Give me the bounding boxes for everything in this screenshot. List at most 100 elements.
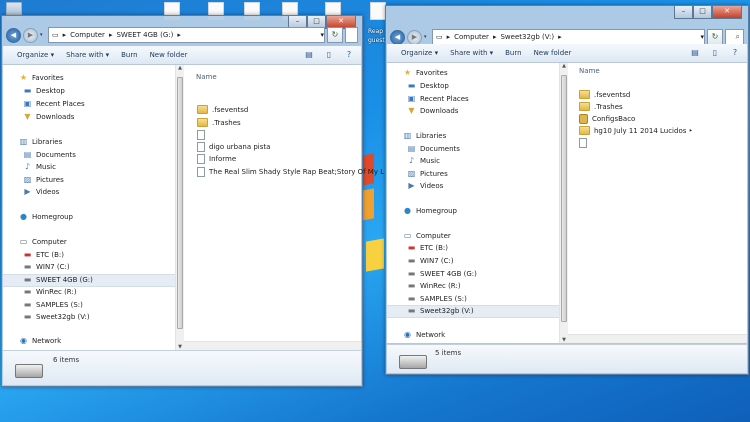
address-dropdown-icon[interactable]: ▾ (700, 33, 704, 41)
drive-icon: ▬ (23, 250, 32, 259)
organize-button[interactable]: Organize ▾ (11, 51, 60, 59)
file-item[interactable]: The Real Slim Shady Style Rap Beat;Story… (197, 167, 384, 177)
nav-pictures[interactable]: ▨ Pictures (23, 176, 64, 185)
nav-drive-s[interactable]: ▬ SAMPLES (S:) (23, 301, 83, 310)
nav-libraries[interactable]: ▥ Libraries (403, 132, 447, 141)
nav-drive-v[interactable]: ▬ Sweet32gb (V:) (23, 313, 90, 322)
file-item[interactable]: digo urbana pista (197, 142, 270, 152)
forward-button[interactable]: ▶ (23, 27, 38, 43)
search-box[interactable] (345, 27, 358, 43)
address-bar[interactable]: ▭ ▸ Computer ▸ Sweet32gb (V:) ▸ ▾ (432, 29, 705, 45)
refresh-button[interactable]: ↻ (707, 29, 723, 45)
nav-recent-places[interactable]: ▣ Recent Places (23, 100, 85, 109)
file-item[interactable]: .Trashes (197, 118, 241, 127)
horizontal-scrollbar[interactable] (184, 341, 361, 350)
column-header-name[interactable]: Name (196, 73, 217, 81)
pictures-icon: ▨ (407, 169, 416, 178)
file-item[interactable]: .fseventsd (579, 90, 630, 99)
nav-documents[interactable]: ▤ Documents (407, 145, 460, 154)
breadcrumb-computer[interactable]: Computer (70, 31, 105, 39)
file-item[interactable] (579, 138, 591, 148)
nav-libraries[interactable]: ▥ Libraries (19, 138, 63, 147)
file-item[interactable]: Informe (197, 154, 236, 164)
column-header-name[interactable]: Name (579, 67, 600, 75)
music-icon: ♪ (24, 162, 31, 171)
breadcrumb-separator: ▸ (108, 31, 113, 39)
nav-scrollbar-thumb[interactable] (177, 77, 183, 329)
nav-network[interactable]: ◉ Network (19, 337, 61, 346)
breadcrumb-drive[interactable]: Sweet32gb (V:) (500, 33, 554, 41)
nav-documents[interactable]: ▤ Documents (23, 151, 76, 160)
maximize-button[interactable]: □ (693, 6, 712, 19)
recent-pages-dropdown[interactable]: ▾ (40, 32, 46, 38)
search-box[interactable]: ⌕ (725, 29, 744, 45)
nav-downloads[interactable]: ▼ Downloads (23, 113, 74, 122)
organize-button[interactable]: Organize ▾ (395, 49, 444, 57)
nav-drive-r[interactable]: ▬ WinRec (R:) (23, 288, 77, 297)
nav-homegroup[interactable]: ● Homegroup (19, 213, 73, 222)
nav-drive-b[interactable]: ▬ ETC (B:) (23, 250, 64, 260)
nav-drive-g[interactable]: ▬ SWEET 4GB (G:) (407, 269, 477, 279)
nav-drive-r[interactable]: ▬ WinRec (R:) (407, 282, 461, 291)
nav-drive-g[interactable]: ▬ SWEET 4GB (G:) (23, 276, 93, 285)
drive-icon: ▬ (407, 269, 416, 278)
explorer-window-left[interactable]: – □ ✕ ◀ ▶ ▾ ▭ ▸ Computer ▸ SWEET 4GB (G:… (1, 15, 384, 387)
nav-drive-s[interactable]: ▬ SAMPLES (S:) (407, 295, 467, 304)
nav-network[interactable]: ◉ Network (403, 331, 445, 340)
nav-drive-c[interactable]: ▬ WIN7 (C:) (407, 257, 454, 266)
nav-drive-b[interactable]: ▬ ETC (B:) (407, 244, 448, 253)
back-button[interactable]: ◀ (390, 29, 405, 45)
new-folder-button[interactable]: New folder (144, 51, 194, 59)
nav-favorites[interactable]: ★ Favorites (19, 74, 64, 83)
preview-pane-icon[interactable]: ▯ (709, 47, 721, 58)
address-bar[interactable]: ▭ ▸ Computer ▸ SWEET 4GB (G:) ▸ ▾ (48, 27, 325, 43)
nav-desktop[interactable]: ▬ Desktop (23, 87, 65, 96)
nav-scrollbar-thumb[interactable] (561, 75, 567, 322)
file-item[interactable]: .Trashes (579, 102, 623, 111)
nav-scrollbar[interactable]: ▲ ▼ (559, 63, 568, 343)
nav-music[interactable]: ♪ Music (23, 162, 56, 172)
nav-drive-v[interactable]: ▬ Sweet32gb (V:) (407, 307, 474, 316)
back-button[interactable]: ◀ (6, 27, 21, 43)
file-item[interactable]: hg10 July 11 2014 Lucidos ‣ (579, 126, 693, 135)
view-options-icon[interactable]: ▤ (689, 47, 701, 58)
burn-button[interactable]: Burn (499, 49, 527, 57)
file-item[interactable]: .fseventsd (197, 105, 248, 114)
breadcrumb-computer[interactable]: Computer (454, 33, 489, 41)
help-icon[interactable]: ? (343, 49, 355, 60)
nav-computer[interactable]: ▭ Computer (403, 232, 451, 241)
nav-homegroup[interactable]: ● Homegroup (403, 207, 457, 216)
nav-scrollbar[interactable]: ▲ ▼ (175, 65, 184, 350)
share-with-button[interactable]: Share with ▾ (60, 51, 115, 59)
close-button[interactable]: ✕ (712, 6, 742, 19)
desktop-file-icon[interactable] (370, 2, 386, 20)
view-options-icon[interactable]: ▤ (303, 49, 315, 60)
minimize-button[interactable]: – (674, 6, 693, 19)
nav-desktop[interactable]: ▬ Desktop (407, 82, 449, 91)
recent-pages-dropdown[interactable]: ▾ (424, 34, 430, 40)
breadcrumb-drive[interactable]: SWEET 4GB (G:) (116, 31, 173, 39)
help-icon[interactable]: ? (729, 47, 741, 58)
nav-pictures[interactable]: ▨ Pictures (407, 169, 448, 179)
new-folder-button[interactable]: New folder (528, 49, 578, 57)
share-with-button[interactable]: Share with ▾ (444, 49, 499, 57)
nav-computer[interactable]: ▭ Computer (19, 238, 67, 247)
nav-favorites[interactable]: ★ Favorites (403, 69, 448, 78)
burn-button[interactable]: Burn (115, 51, 143, 59)
nav-videos[interactable]: ▶ Videos (407, 182, 443, 191)
forward-button[interactable]: ▶ (407, 29, 422, 45)
horizontal-scrollbar[interactable] (568, 334, 747, 343)
file-item[interactable]: ConfigsBaco (579, 114, 635, 124)
nav-recent-places[interactable]: ▣ Recent Places (407, 95, 469, 104)
nav-videos[interactable]: ▶ Videos (23, 188, 59, 197)
preview-pane-icon[interactable]: ▯ (323, 49, 335, 60)
explorer-window-right[interactable]: – □ ✕ ◀ ▶ ▾ ▭ ▸ Computer ▸ Sweet32gb (V:… (385, 5, 749, 375)
nav-drive-c[interactable]: ▬ WIN7 (C:) (23, 263, 70, 272)
nav-downloads[interactable]: ▼ Downloads (407, 107, 458, 116)
nav-music[interactable]: ♪ Music (407, 157, 440, 166)
folder-icon (197, 105, 208, 114)
title-bar[interactable]: – □ ✕ (386, 6, 748, 28)
refresh-button[interactable]: ↻ (327, 27, 343, 43)
file-item[interactable] (197, 130, 209, 140)
address-dropdown-icon[interactable]: ▾ (320, 31, 324, 39)
